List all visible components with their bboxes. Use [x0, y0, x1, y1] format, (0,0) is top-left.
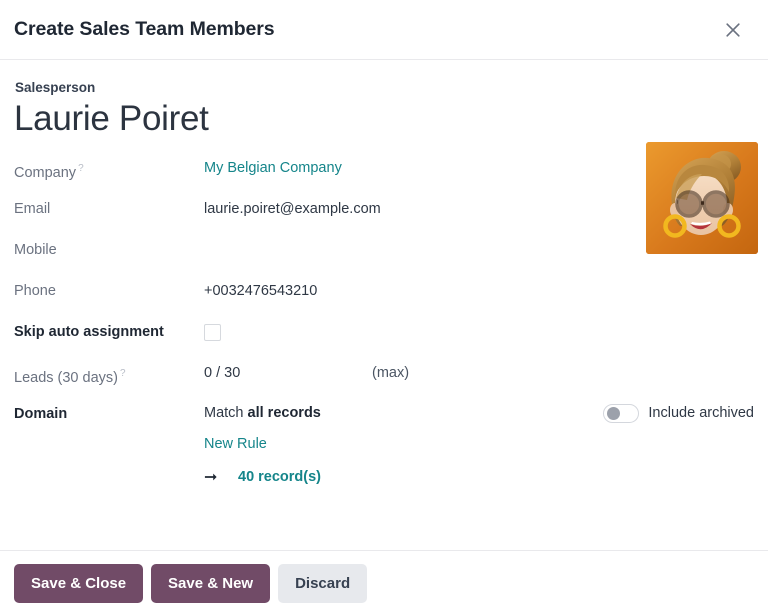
field-label-phone: Phone [14, 282, 56, 299]
domain-record-count-row: ➞ 40 record(s) [204, 467, 752, 488]
avatar[interactable] [646, 142, 758, 254]
include-archived-label: Include archived [648, 404, 754, 421]
field-row-company: Company? My Belgian Company [14, 157, 752, 184]
field-value-phone[interactable]: +0032476543210 [204, 280, 752, 302]
field-label-company: Company? [14, 157, 204, 184]
discard-button[interactable]: Discard [278, 564, 368, 603]
domain-content: Match all records Include archived New R… [204, 403, 754, 488]
field-value-leads: 0 / 30 (max) [204, 362, 752, 384]
field-label-skip-auto-assignment: Skip auto assignment [14, 323, 164, 340]
close-button[interactable] [716, 13, 750, 47]
new-rule-button[interactable]: New Rule [204, 434, 267, 455]
company-help-icon[interactable]: ? [78, 163, 84, 174]
create-sales-team-members-dialog: Create Sales Team Members Salesperson La… [0, 0, 768, 616]
include-archived-control: Include archived [603, 403, 754, 423]
field-value-skip-auto-assignment [204, 321, 752, 348]
leads-label-text: Leads (30 days) [14, 369, 118, 386]
toggle-knob-icon [606, 406, 620, 420]
dialog-body: Salesperson Laurie Poiret Company? My Be… [0, 60, 768, 550]
field-row-phone: Phone +0032476543210 [14, 280, 752, 307]
domain-match-prefix: Match [204, 404, 244, 421]
field-row-mobile: Mobile [14, 239, 752, 266]
page-title: Create Sales Team Members [14, 17, 275, 40]
field-row-domain: Domain Match all records Include archive… [14, 403, 754, 488]
include-archived-toggle[interactable] [603, 403, 640, 423]
arrow-right-icon: ➞ [204, 468, 218, 486]
avatar-woman-with-glasses-icon [646, 142, 758, 254]
field-row-skip-auto-assignment: Skip auto assignment [14, 321, 752, 348]
dialog-header: Create Sales Team Members [0, 0, 768, 60]
domain-match-text: Match all records [204, 403, 603, 424]
close-icon [723, 20, 743, 40]
field-label-domain: Domain [14, 405, 68, 422]
skip-auto-assignment-checkbox[interactable] [204, 323, 221, 341]
record-name: Laurie Poiret [14, 99, 209, 139]
leads-count[interactable]: 0 / 30 [204, 363, 372, 384]
save-and-new-button[interactable]: Save & New [151, 564, 271, 603]
domain-record-count[interactable]: 40 record(s) [238, 467, 321, 488]
leads-help-icon[interactable]: ? [120, 368, 126, 379]
domain-match-row: Match all records Include archived [204, 403, 754, 424]
field-label-leads: Leads (30 days)? [14, 362, 204, 389]
record-type-label: Salesperson [15, 80, 96, 95]
domain-match-target[interactable]: all records [248, 405, 321, 421]
leads-max-suffix: (max) [372, 364, 410, 381]
save-and-close-button[interactable]: Save & Close [14, 564, 144, 603]
field-row-email: Email laurie.poiret@example.com [14, 198, 752, 225]
field-label-mobile: Mobile [14, 241, 57, 258]
dialog-footer: Save & Close Save & New Discard [0, 550, 768, 616]
company-label-text: Company [14, 164, 77, 181]
field-label-email: Email [14, 200, 51, 217]
field-row-leads: Leads (30 days)? 0 / 30 (max) [14, 362, 752, 389]
